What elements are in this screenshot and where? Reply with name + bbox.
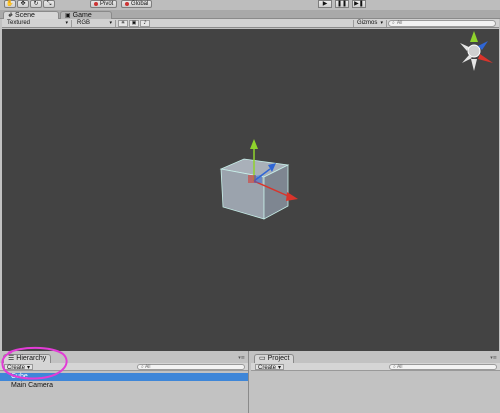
project-panel: ▭ Project ▾≡ Create ▾ ⌕ All [251,351,500,413]
hierarchy-item-main-camera[interactable]: Main Camera [0,382,248,390]
gizmos-dropdown[interactable]: Gizmos ▾ [353,20,387,27]
scale-icon: ⤡ [46,0,52,7]
tab-scene[interactable]: # Scene [3,11,59,19]
orientation-gizmo[interactable] [460,31,493,71]
shading-mode-label: Textured [7,20,31,26]
hierarchy-search-placeholder: All [144,364,151,370]
tab-project[interactable]: ▭ Project [254,354,295,363]
chevron-down-icon: ▾ [65,20,68,26]
chevron-down-icon: ▾ [109,20,112,26]
sun-icon: ✳ [120,20,126,26]
y-cone-icon[interactable] [470,31,478,42]
x-cone-icon[interactable] [478,54,493,63]
image-toggle[interactable]: ▣ [129,20,139,27]
view-tabs: # Scene ▣ Game [0,10,500,19]
project-search-placeholder: All [396,364,403,370]
y-axis-arrow-icon[interactable] [250,139,258,149]
step-icon: ▶❚ [354,0,364,7]
hierarchy-icon: ☰ [8,355,15,362]
pivot-toggle[interactable]: Pivot [90,0,118,8]
global-toggle[interactable]: Global [121,0,153,8]
scene-viewport[interactable] [2,29,499,351]
yz-plane-handle[interactable] [254,175,262,183]
gizmos-label: Gizmos [357,20,378,26]
play-icon: ▶ [322,0,328,7]
pivot-label: Pivot [100,1,114,7]
project-search-input[interactable]: ⌕ All [389,364,497,370]
chevron-down-icon: ▾ [278,365,282,371]
step-button[interactable]: ▶❚ [352,0,366,8]
image-icon: ▣ [131,20,137,26]
move-icon: ✥ [20,0,26,7]
tab-game[interactable]: ▣ Game [60,11,112,19]
search-icon: ⌕ [392,20,395,26]
speaker-icon: ♪ [143,20,147,26]
chevron-down-icon: ▾ [380,20,383,26]
pause-button[interactable]: ❚❚ [335,0,349,8]
shading-mode-dropdown[interactable]: Textured ▾ [4,20,72,27]
render-mode-label: RGB [77,20,91,26]
neg-y-cone-icon[interactable] [471,59,477,71]
main-toolbar: ✋ ✥ ↻ ⤡ Pivot Global ▶ ❚❚ ▶❚ [0,0,500,10]
tab-hierarchy[interactable]: ☰ Hierarchy [3,354,52,363]
hierarchy-title: Hierarchy [16,355,47,362]
audio-toggle[interactable]: ♪ [140,20,150,27]
x-axis-arrow-icon[interactable] [286,192,298,201]
hierarchy-panel: ☰ Hierarchy ▾≡ Create ▾ ⌕ All Cube Main Ca… [0,351,249,413]
scene-search-input[interactable]: ⌕ All [388,20,496,27]
rotate-tool-button[interactable]: ↻ [30,0,42,8]
hierarchy-create-label: Create [7,365,26,371]
scale-tool-button[interactable]: ⤡ [43,0,55,8]
rotate-icon: ↻ [33,0,39,7]
lighting-toggle[interactable]: ✳ [118,20,128,27]
hierarchy-toolbar: Create ▾ ⌕ All [0,363,248,371]
global-label: Global [131,1,149,7]
panel-menu-icon[interactable]: ▾≡ [490,355,497,361]
render-mode-dropdown[interactable]: RGB ▾ [74,20,116,27]
pivot-icon [94,2,98,6]
project-title: Project [267,355,290,362]
global-icon [125,2,129,6]
scene-toolbar: Textured ▾ RGB ▾ ✳ ▣ ♪ Gizmos ▾ ⌕ All [2,19,499,28]
hand-tool-button[interactable]: ✋ [4,0,16,8]
play-button[interactable]: ▶ [318,0,332,8]
hierarchy-create-button[interactable]: Create ▾ [4,364,34,371]
panel-menu-icon[interactable]: ▾≡ [238,355,245,361]
hierarchy-item-cube[interactable]: Cube [0,373,248,381]
list-item-label: Cube [11,373,28,380]
hand-icon: ✋ [6,0,14,7]
search-icon: ⌕ [393,364,396,370]
move-tool-button[interactable]: ✥ [17,0,29,8]
search-icon: ⌕ [141,364,144,370]
project-toolbar: Create ▾ ⌕ All [251,363,500,371]
list-item-label: Main Camera [11,382,54,389]
scene-canvas [219,31,493,220]
pause-icon: ❚❚ [336,0,348,7]
hierarchy-search-input[interactable]: ⌕ All [137,364,245,370]
folder-icon: ▭ [259,355,266,362]
project-create-button[interactable]: Create ▾ [255,364,285,371]
chevron-down-icon: ▾ [27,365,31,371]
scene-search-placeholder: All [396,20,403,26]
project-create-label: Create [258,365,277,371]
